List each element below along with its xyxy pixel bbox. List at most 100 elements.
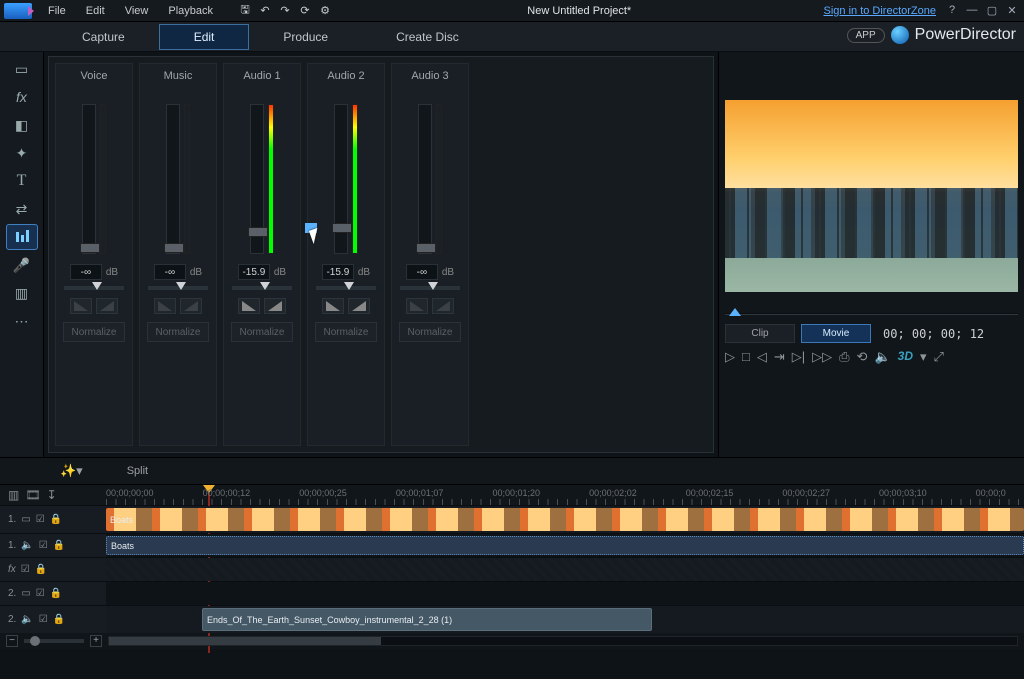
menu-edit[interactable]: Edit [76,2,115,20]
menu-view[interactable]: View [115,2,159,20]
fadeout-button[interactable] [180,298,202,314]
normalize-button[interactable]: Normalize [399,322,461,342]
audio-clip[interactable]: Boats [106,536,1024,555]
fadeout-button[interactable] [96,298,118,314]
app-logo [4,3,32,19]
volume-slider[interactable] [166,104,180,254]
timeline: ▥ 🎞 ↧ 00;00;00;0000;00;00;1200;00;00;250… [0,485,1024,633]
track-marker-icon[interactable]: ↧ [47,488,57,502]
undo-icon[interactable]: ↶ [255,4,275,17]
minimize-icon[interactable]: — [964,4,980,17]
help-icon[interactable]: ? [944,4,960,17]
next-frame-button[interactable]: ▷| [792,349,805,365]
play-button[interactable]: ▷ [725,349,735,365]
app-badge[interactable]: APP [847,28,885,43]
menu-file[interactable]: File [38,2,76,20]
media-room-icon[interactable]: ▭ [6,56,38,82]
gain-slider[interactable] [400,286,460,290]
music-clip[interactable]: Ends_Of_The_Earth_Sunset_Cowboy_instrume… [202,608,652,631]
zoom-in-button[interactable]: + [90,635,102,647]
save-icon[interactable]: 🖫 [235,1,255,20]
db-value[interactable]: -15.9 [238,264,270,280]
track-header-audio2[interactable]: 2.🔈☑🔒 [0,606,106,633]
db-value[interactable]: -∞ [406,264,438,280]
fadein-button[interactable] [322,298,344,314]
chapter-room-icon[interactable]: ▥ [6,280,38,306]
gain-slider[interactable] [316,286,376,290]
fadeout-button[interactable] [348,298,370,314]
preview-monitor[interactable] [725,100,1018,292]
audio-mixing-room-icon[interactable] [6,224,38,250]
volume-slider[interactable] [250,104,264,254]
fast-forward-button[interactable]: ▷▷ [812,349,832,365]
transition-room-icon[interactable]: ⇄ [6,196,38,222]
stop-button[interactable]: □ [742,349,750,365]
normalize-button[interactable]: Normalize [63,322,125,342]
video-clip[interactable]: Boats [106,508,1024,531]
db-value[interactable]: -15.9 [322,264,354,280]
gain-slider[interactable] [148,286,208,290]
fadeout-button[interactable] [264,298,286,314]
track-header-video2[interactable]: 2.▭☑🔒 [0,582,106,605]
split-button[interactable]: Split [117,461,158,481]
preview-mode-movie[interactable]: Movie [801,324,871,343]
channel-label: Audio 1 [243,64,280,88]
pip-room-icon[interactable]: ◧ [6,112,38,138]
tab-createdisc[interactable]: Create Disc [362,25,493,49]
tab-edit[interactable]: Edit [159,24,250,50]
dock-button[interactable]: ⤢ [934,349,944,365]
channel-label: Audio 3 [411,64,448,88]
fadeout-button[interactable] [432,298,454,314]
volume-button[interactable]: 🔈 [874,349,890,365]
audio-mixer-panel: Voice-∞dBNormalizeMusic-∞dBNormalizeAudi… [48,56,714,453]
fadein-button[interactable] [154,298,176,314]
zoom-slider[interactable] [24,639,84,643]
db-value[interactable]: -∞ [70,264,102,280]
normalize-button[interactable]: Normalize [231,322,293,342]
particle-room-icon[interactable]: ✦ [6,140,38,166]
maximize-icon[interactable]: ▢ [984,4,1000,17]
settings-icon[interactable]: ⚙ [315,4,335,17]
signin-link[interactable]: Sign in to DirectorZone [824,5,937,17]
track-view-icon[interactable]: ▥ [8,488,19,502]
timeline-hscroll[interactable] [108,636,1018,646]
gain-slider[interactable] [64,286,124,290]
normalize-button[interactable]: Normalize [315,322,377,342]
tab-produce[interactable]: Produce [249,25,362,49]
ruler-mark: 00;00;02;15 [686,488,734,498]
subtitle-room-icon[interactable]: ⋯ [6,308,38,334]
loop-button[interactable]: ⟲ [857,349,868,365]
zoom-out-button[interactable]: − [6,635,18,647]
menu-playback[interactable]: Playback [158,2,223,20]
volume-slider[interactable] [334,104,348,254]
track-header-fx[interactable]: fx☑🔒 [0,558,106,581]
volume-slider[interactable] [82,104,96,254]
fadein-button[interactable] [238,298,260,314]
fadein-button[interactable] [406,298,428,314]
voiceover-room-icon[interactable]: 🎤 [6,252,38,278]
title-room-icon[interactable]: T [6,168,38,194]
db-value[interactable]: -∞ [154,264,186,280]
prev-frame-button[interactable]: ◁ [757,349,767,365]
level-meter [100,104,106,254]
3d-button[interactable]: 3D [898,349,913,365]
fadein-button[interactable] [70,298,92,314]
goto-button[interactable]: ⇥ [774,349,785,365]
preview-scrubber[interactable] [725,310,1018,318]
track-film-icon[interactable]: 🎞 [25,488,40,502]
normalize-button[interactable]: Normalize [147,322,209,342]
magic-tools-button[interactable]: ✨▾ [50,459,93,483]
refresh-icon[interactable]: ⟳ [295,4,315,17]
gain-slider[interactable] [232,286,292,290]
snapshot-button[interactable]: ⎙ [839,349,849,365]
track-header-audio1[interactable]: 1.🔈☑🔒 [0,534,106,557]
fx-room-icon[interactable]: fx [6,84,38,110]
preview-mode-clip[interactable]: Clip [725,324,795,343]
close-icon[interactable]: ✕ [1004,4,1020,17]
timeline-ruler[interactable]: 00;00;00;0000;00;00;1200;00;00;2500;00;0… [106,485,1024,505]
track-header-video1[interactable]: 1.▭☑🔒 [0,506,106,533]
volume-slider[interactable] [418,104,432,254]
tab-capture[interactable]: Capture [48,25,159,49]
quality-dropdown[interactable]: ▾ [920,349,927,365]
redo-icon[interactable]: ↷ [275,4,295,17]
